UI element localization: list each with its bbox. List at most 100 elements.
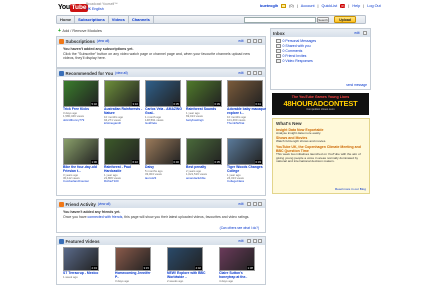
inbox-edit[interactable]: edit	[354, 31, 359, 35]
move-up-icon[interactable]	[247, 70, 251, 75]
friend-activity-header: Friend Activity (view all) edit	[57, 200, 265, 208]
video-user[interactable]: lauro123	[145, 176, 185, 180]
recommended-view-all[interactable]: (view all)	[115, 71, 128, 75]
friend-activity-icon	[59, 201, 64, 207]
username-link[interactable]: bueteoglh	[260, 4, 278, 8]
connect-friends-link[interactable]: connected with friends	[88, 215, 123, 219]
country-link[interactable]: UK	[86, 7, 91, 11]
video-user[interactable]: amandaclubble	[186, 176, 226, 180]
move-down-icon[interactable]	[252, 38, 257, 43]
move-down-icon[interactable]	[252, 238, 257, 243]
video-thumbnail[interactable]: 2:43	[63, 247, 99, 271]
close-icon[interactable]	[258, 238, 262, 243]
video-user[interactable]: RichieT100	[104, 179, 144, 183]
video-item[interactable]: 0:41 Adorable baby macaque explore t... 10…	[227, 80, 267, 126]
move-down-icon[interactable]	[252, 70, 257, 75]
video-item[interactable]: 0:35 Carlos Vela - AMAZING Goal.. 1 month …	[145, 80, 185, 126]
video-user[interactable]: GoldVela	[145, 121, 185, 125]
tab-channels[interactable]: Channels	[129, 16, 154, 23]
video-item[interactable]: 1:06 Bike the four-day-old Friesian t... 3…	[63, 138, 103, 184]
video-item[interactable]: 3:10 Australian Rainforests - Nature 10 mo…	[104, 80, 144, 126]
video-thumbnail[interactable]: 1:38	[219, 247, 255, 271]
logout-link[interactable]: Log Out	[367, 4, 381, 8]
send-message-link[interactable]: send message	[346, 83, 367, 87]
subscriptions-view-all[interactable]: (view all)	[97, 39, 110, 43]
video-duration: 5:32	[91, 101, 98, 106]
recommended-edit[interactable]: edit	[238, 71, 243, 75]
close-icon[interactable]	[258, 70, 262, 75]
video-item[interactable]: 5:32 Trick Free Kicks 3 days ago 1,580,346 …	[63, 80, 103, 122]
upload-button[interactable]: Upload	[334, 16, 356, 23]
tab-home[interactable]: Home	[57, 16, 76, 23]
video-item[interactable]: 0:46 Daisy 5 months ago 33,004 views lauro12…	[145, 138, 185, 180]
search-input[interactable]	[244, 16, 316, 23]
move-down-icon[interactable]	[252, 201, 257, 206]
friend-msg-post: , this page will show you their latest u…	[122, 215, 250, 219]
featured-video-item[interactable]: 2:43 ST Terracrup - Mexico 1 week ago	[63, 247, 103, 279]
video-user[interactable]: bettybowling1	[186, 118, 226, 122]
video-user[interactable]: CollegeClass	[227, 179, 267, 183]
locale-links: UK English	[86, 7, 104, 11]
video-age: 3 days ago	[115, 278, 130, 283]
close-icon[interactable]	[363, 30, 367, 35]
video-item[interactable]: 0:35 Best penalty 2 years ago 1,021,516 vie…	[186, 138, 226, 180]
video-item[interactable]: 6:10 Rainforest - Paul Hardcastle 1 year a…	[104, 138, 144, 184]
add-remove-label: Add / Remove Modules	[62, 29, 102, 33]
video-user[interactable]: kristinegamill	[104, 121, 144, 125]
featured-video-item[interactable]: 4:02 NEW! Explore with BBC Worldwide .. 2 …	[167, 247, 207, 283]
video-duration: 0:46	[173, 159, 180, 164]
envelope-icon	[276, 59, 281, 63]
move-up-icon[interactable]	[247, 238, 251, 243]
video-duration: 2:43	[91, 265, 98, 270]
inbox-icon[interactable]	[281, 4, 287, 8]
tab-subscriptions[interactable]: Subscriptions	[75, 16, 109, 23]
video-thumbnail[interactable]: 0:35	[186, 138, 222, 165]
banner-title: 48HOURADCONTEST	[283, 99, 358, 108]
banner-line3: Competition closes soon	[306, 108, 335, 111]
friend-activity-view-all[interactable]: (view all)	[98, 202, 111, 206]
video-user[interactable]: CumberlandCounter	[63, 179, 103, 183]
video-thumbnail[interactable]: 3:15	[115, 247, 151, 271]
video-duration: 3:10	[132, 101, 139, 106]
video-thumbnail[interactable]: 5:32	[63, 80, 99, 107]
whats-new-item: Shows and Movies Watch full-length shows…	[276, 136, 366, 144]
inbox-item[interactable]: 0 Video Responses	[276, 59, 365, 64]
video-item[interactable]: 0:33 Tiger Woods Changes College 1 year ag…	[227, 138, 267, 184]
add-remove-modules[interactable]: + Add / Remove Modules	[58, 28, 102, 34]
video-item[interactable]: 0:39 Rainforest Sounds 1 year ago 69,013 vi…	[186, 80, 226, 122]
featured-video-item[interactable]: 1:38 Claire Sutton's honeytrap at the.. 4 …	[219, 247, 259, 283]
featured-edit[interactable]: edit	[238, 239, 243, 243]
search-button[interactable]: Search	[317, 16, 329, 23]
account-link[interactable]: Account	[301, 4, 315, 8]
video-thumbnail[interactable]: 0:39	[186, 80, 222, 107]
friend-activity-edit[interactable]: edit	[238, 202, 243, 206]
language-link[interactable]: English	[92, 7, 104, 11]
quicklist-link[interactable]: QuickList	[322, 4, 338, 8]
video-thumbnail[interactable]: 3:10	[104, 80, 140, 107]
tab-videos[interactable]: Videos	[109, 16, 129, 23]
friend-msg-title: You haven't added any friends yet.	[63, 210, 121, 214]
close-icon[interactable]	[258, 201, 262, 206]
read-more-blog-link[interactable]: Read more in our Blog	[335, 187, 366, 191]
video-thumbnail[interactable]: 0:46	[145, 138, 181, 165]
contest-banner[interactable]: The YouTube Games Young Lions 48HOURADCO…	[272, 93, 369, 115]
video-thumbnail[interactable]: 1:06	[63, 138, 99, 165]
video-thumbnail[interactable]: 0:33	[227, 138, 263, 165]
video-thumbnail[interactable]: 4:02	[167, 247, 203, 271]
move-up-icon[interactable]	[247, 38, 251, 43]
privacy-link[interactable]: (Can others see what I do?)	[220, 226, 259, 230]
video-thumbnail[interactable]: 0:41	[227, 80, 263, 107]
video-user[interactable]: dolc10bonny779	[63, 118, 103, 122]
close-icon[interactable]	[258, 38, 262, 43]
video-thumbnail[interactable]: 6:10	[104, 138, 140, 165]
video-thumbnail[interactable]: 0:35	[145, 80, 181, 107]
video-duration: 1:06	[91, 159, 98, 164]
help-link[interactable]: Help	[352, 4, 360, 8]
featured-video-item[interactable]: 3:15 Homecoming Jennifer P.. 3 days ago	[115, 247, 155, 283]
subscriptions-module: Subscriptions (view all) edit You haven'…	[56, 36, 266, 68]
move-up-icon[interactable]	[247, 201, 251, 206]
video-user[interactable]: ThumbNZCat	[227, 121, 267, 125]
subscriptions-edit[interactable]: edit	[238, 39, 243, 43]
youtube-logo[interactable]: You Tube	[58, 2, 88, 13]
inbox-item-label[interactable]: 0 Video Responses	[283, 59, 313, 64]
